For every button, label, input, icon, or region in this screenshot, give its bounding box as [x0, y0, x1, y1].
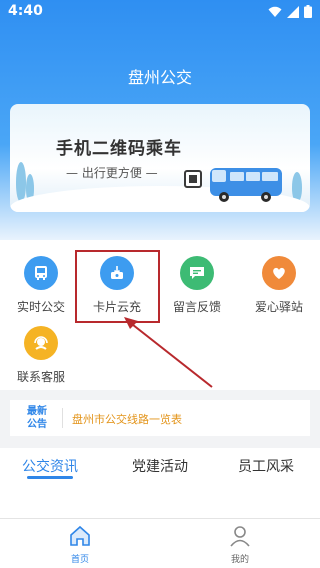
annotation-arrow	[124, 317, 213, 388]
nav-mine-label: 我的	[230, 555, 249, 565]
battery-icon	[304, 5, 312, 18]
banner-headline: 手机二维码乘车	[56, 139, 182, 159]
status-time: 4:40	[8, 3, 43, 19]
bus-illustration	[210, 168, 282, 202]
notice-badge-line1: 最新	[27, 406, 47, 417]
tab-staff-showcase[interactable]: 员工风采	[216, 456, 316, 476]
heart-icon	[262, 256, 296, 290]
user-icon	[230, 526, 250, 547]
notice-badge: 最新 公告	[22, 405, 52, 431]
tab-party-activities[interactable]: 党建活动	[110, 456, 210, 476]
bus-icon	[24, 256, 58, 290]
status-bar: 4:40	[0, 0, 320, 24]
page-title: 盘州公交	[127, 68, 192, 87]
notice-bar[interactable]: 最新 公告 盘州市公交线路一览表	[10, 400, 310, 436]
grid-item-label: 联系客服	[16, 370, 65, 384]
grid-item-label: 爱心驿站	[254, 300, 303, 314]
news-tabs: 公交资讯 党建活动 员工风采	[0, 448, 320, 518]
highlight-box	[75, 250, 160, 323]
notice-text[interactable]: 盘州市公交线路一览表	[72, 411, 182, 427]
active-tab-indicator	[27, 476, 73, 479]
notice-badge-line2: 公告	[27, 419, 47, 430]
grid-item-love-station[interactable]: 爱心驿站	[244, 240, 314, 314]
banner-subline: — 出行更方便 —	[66, 166, 158, 180]
grid-item-label: 留言反馈	[172, 300, 221, 314]
notice-divider	[62, 408, 63, 428]
tab-bus-news[interactable]: 公交资讯	[0, 456, 100, 476]
nav-home[interactable]: 首页	[50, 525, 110, 565]
tree-decoration	[16, 162, 26, 202]
message-icon	[180, 256, 214, 290]
bottom-nav: 首页 我的	[0, 518, 320, 568]
promo-banner[interactable]: 手机二维码乘车 — 出行更方便 —	[10, 104, 310, 212]
wifi-icon	[268, 6, 282, 17]
status-icons	[268, 5, 312, 18]
qr-code-icon	[184, 170, 202, 188]
signal-icon	[287, 5, 299, 18]
headset-icon	[24, 326, 58, 360]
nav-home-label: 首页	[70, 555, 89, 565]
grid-item-customer-service[interactable]: 联系客服	[6, 310, 76, 384]
grid-item-feedback[interactable]: 留言反馈	[162, 240, 232, 314]
nav-mine[interactable]: 我的	[210, 525, 270, 565]
grid-item-realtime-bus[interactable]: 实时公交	[6, 240, 76, 314]
home-icon	[70, 525, 90, 546]
